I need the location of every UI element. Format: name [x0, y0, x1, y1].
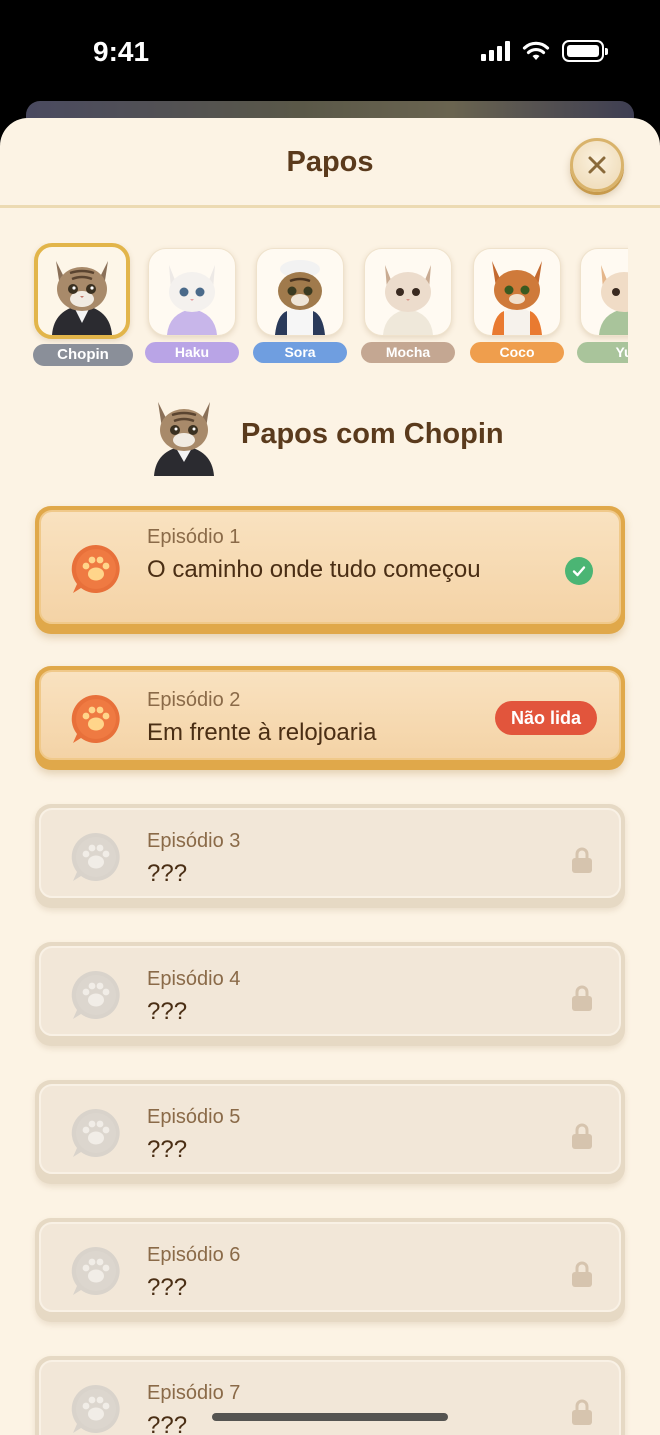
sheet-title: Papos [286, 146, 374, 178]
chats-sheet: Papos Chopin Haku Sora Mocha Coco Y Papo… [0, 118, 660, 1435]
status-time: 9:41 [93, 36, 150, 67]
character-label: Sora [253, 342, 347, 363]
status-icons [481, 40, 608, 62]
status-bar: 9:41 [0, 0, 660, 110]
paw-chat-icon [71, 1384, 120, 1433]
paw-chat-icon [71, 1108, 120, 1157]
episode-title: Em frente à relojoaria [147, 719, 377, 746]
character-avatar [364, 248, 452, 336]
wifi-icon [522, 41, 550, 60]
cat-avatar-icon [599, 265, 628, 335]
chat-title: Papos com Chopin [241, 418, 504, 450]
character-haku[interactable]: Haku [145, 243, 243, 365]
lock-icon [572, 985, 592, 1011]
episode-title: ??? [147, 860, 188, 887]
paw-chat-icon [71, 544, 120, 593]
character-yu[interactable]: Yu [577, 243, 628, 365]
episode-card-4[interactable]: Episódio 4 ??? [35, 942, 625, 1046]
character-avatar [473, 248, 561, 336]
episode-card-body: Episódio 6 ??? [39, 1222, 621, 1312]
episode-card-2[interactable]: Episódio 2 Em frente à relojoaria Não li… [35, 666, 625, 770]
paw-chat-icon [71, 832, 120, 881]
home-indicator [212, 1413, 448, 1421]
cat-avatar-icon [52, 261, 112, 335]
sheet-header: Papos [0, 118, 660, 208]
unread-badge: Não lida [494, 701, 597, 735]
episode-card-body: Episódio 5 ??? [39, 1084, 621, 1174]
episode-card-1[interactable]: Episódio 1 O caminho onde tudo começou [35, 506, 625, 634]
episode-card-body: Episódio 3 ??? [39, 808, 621, 898]
character-coco[interactable]: Coco [470, 243, 568, 365]
episode-label: Episódio 2 [147, 689, 241, 711]
battery-icon [562, 40, 608, 62]
episode-label: Episódio 6 [147, 1244, 241, 1266]
episode-title: ??? [147, 1274, 188, 1301]
character-chopin[interactable]: Chopin [33, 243, 133, 366]
character-avatar [256, 248, 344, 336]
check-icon [565, 557, 593, 585]
episode-title: ??? [147, 998, 188, 1025]
character-label: Haku [145, 342, 239, 363]
character-label: Yu [577, 342, 628, 363]
episode-label: Episódio 7 [147, 1382, 241, 1404]
chat-header: Papos com Chopin [150, 396, 550, 476]
character-avatar [148, 248, 236, 336]
episode-card-5[interactable]: Episódio 5 ??? [35, 1080, 625, 1184]
episode-card-body: Episódio 7 ??? [39, 1360, 621, 1435]
episode-label: Episódio 4 [147, 968, 241, 990]
lock-icon [572, 847, 592, 873]
episode-label: Episódio 3 [147, 830, 241, 852]
cellular-signal-icon [481, 41, 510, 61]
cat-avatar-icon [383, 265, 433, 335]
character-label: Coco [470, 342, 564, 363]
chopin-avatar-icon [154, 402, 214, 476]
episode-title: ??? [147, 1136, 188, 1163]
episode-title: O caminho onde tudo começou [147, 556, 481, 583]
cat-avatar-icon [275, 260, 325, 335]
character-avatar [580, 248, 628, 336]
paw-chat-icon [71, 970, 120, 1019]
character-selector: Chopin Haku Sora Mocha Coco Y [0, 243, 628, 368]
close-icon [588, 156, 606, 174]
character-sora[interactable]: Sora [253, 243, 351, 365]
episode-card-6[interactable]: Episódio 6 ??? [35, 1218, 625, 1322]
character-label: Mocha [361, 342, 455, 363]
lock-icon [572, 1123, 592, 1149]
episode-label: Episódio 1 [147, 526, 241, 548]
lock-icon [572, 1261, 592, 1287]
paw-chat-icon [71, 694, 120, 743]
episode-card-body: Episódio 2 Em frente à relojoaria Não li… [39, 670, 621, 760]
character-avatar [34, 243, 130, 339]
episode-label: Episódio 5 [147, 1106, 241, 1128]
cat-avatar-icon [492, 261, 542, 335]
episode-card-body: Episódio 1 O caminho onde tudo começou [39, 510, 621, 624]
episode-card-body: Episódio 4 ??? [39, 946, 621, 1036]
character-label: Chopin [33, 344, 133, 366]
lock-icon [572, 1399, 592, 1425]
episode-card-3[interactable]: Episódio 3 ??? [35, 804, 625, 908]
character-mocha[interactable]: Mocha [361, 243, 459, 365]
cat-avatar-icon [167, 265, 217, 335]
episode-card-7[interactable]: Episódio 7 ??? [35, 1356, 625, 1435]
close-button[interactable] [570, 138, 624, 192]
paw-chat-icon [71, 1246, 120, 1295]
